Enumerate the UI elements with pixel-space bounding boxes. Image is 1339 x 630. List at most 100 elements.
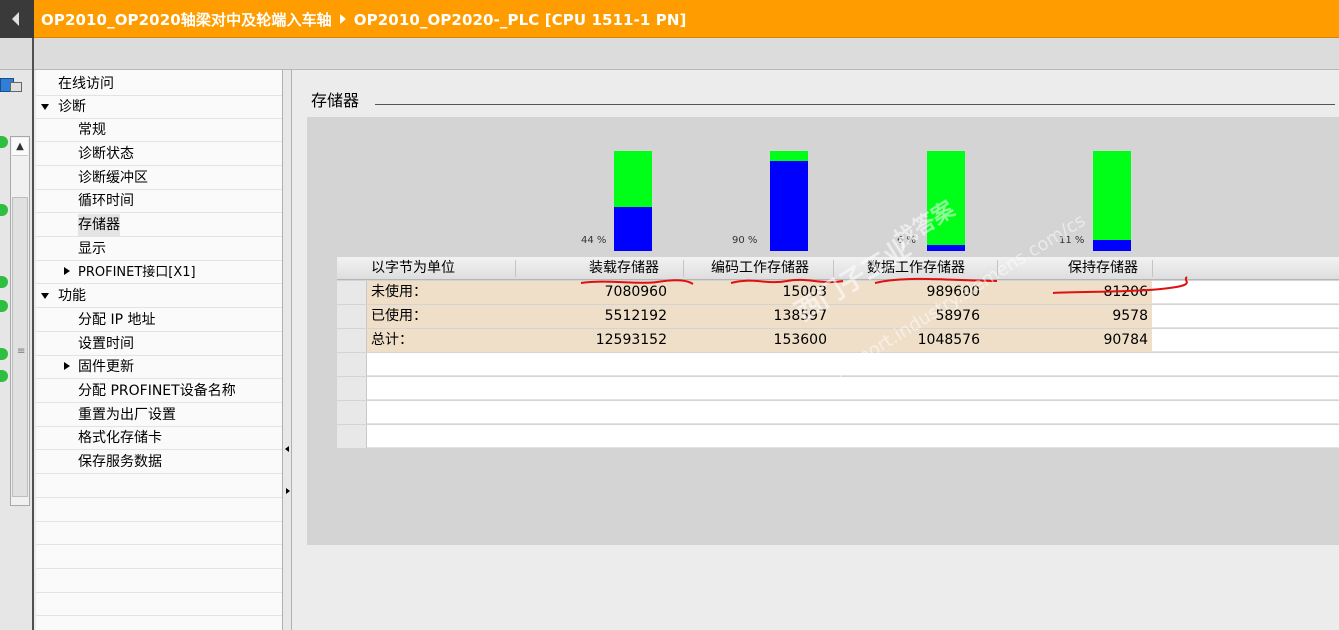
column-separator[interactable] xyxy=(997,260,998,277)
nav-item-diagnostic-status[interactable]: 诊断状态 xyxy=(36,143,282,166)
tia-portal-window: OP2010_OP2020轴梁对中及轮端入车轴 OP2010_OP2020-_PL… xyxy=(0,0,1339,630)
column-header-load-memory[interactable]: 装载存储器 xyxy=(589,257,659,280)
nav-item-online-access[interactable]: 在线访问 xyxy=(36,73,282,96)
breadcrumb-project[interactable]: OP2010_OP2020轴梁对中及轮端入车轴 xyxy=(41,11,332,29)
nav-item-assign-profinet-name[interactable]: 分配 PROFINET设备名称 xyxy=(36,380,282,403)
cell-code-work-memory: 15003 xyxy=(782,284,827,300)
data-work-memory-bar xyxy=(927,151,965,251)
column-separator[interactable] xyxy=(833,260,834,277)
memory-table: 以字节为单位 装载存储器 编码工作存储器 数据工作存储器 保持存储器 未使用： … xyxy=(337,257,1339,448)
row-header xyxy=(337,401,367,424)
row-header xyxy=(337,377,367,400)
row-label: 已使用： xyxy=(371,308,427,324)
nav-item-firmware-update[interactable]: 固件更新 xyxy=(36,356,282,379)
breadcrumb-device[interactable]: OP2010_OP2020-_PLC [CPU 1511-1 PN] xyxy=(354,11,687,29)
memory-panel: 44 % 90 % 6 % 11 % 以字节为单位 装载存储器 编码工作存储器 … xyxy=(307,117,1339,545)
row-header[interactable] xyxy=(337,329,367,352)
nav-item-label: 显示 xyxy=(78,241,106,257)
nav-item-label: 诊断缓冲区 xyxy=(78,170,148,186)
status-ok-icon xyxy=(0,204,8,216)
nav-item-label: 分配 IP 地址 xyxy=(78,312,156,328)
nav-item-label: 分配 PROFINET设备名称 xyxy=(78,383,236,399)
nav-item-label: 存储器 xyxy=(78,214,120,237)
status-ok-icon xyxy=(0,370,8,382)
row-header[interactable] xyxy=(337,305,367,328)
row-label: 总计： xyxy=(371,332,413,348)
nav-item-reset-factory[interactable]: 重置为出厂设置 xyxy=(36,404,282,427)
nav-item-functions[interactable]: 功能 xyxy=(36,285,282,308)
memory-view: 存储器 44 % 90 % 6 % 11 % 以字节为单位 装载存储器 编码工作… xyxy=(293,70,1339,630)
section-title: 存储器 xyxy=(311,91,360,110)
table-header: 以字节为单位 装载存储器 编码工作存储器 数据工作存储器 保持存储器 xyxy=(337,257,1339,280)
expand-caret-icon[interactable] xyxy=(41,293,49,299)
expand-right-icon[interactable] xyxy=(286,488,290,494)
nav-item-label: 保存服务数据 xyxy=(78,454,162,470)
nav-empty-row xyxy=(36,499,282,522)
nav-empty-row xyxy=(36,593,282,616)
nav-item-label: 诊断 xyxy=(58,99,86,115)
table-row-empty xyxy=(337,377,1339,400)
nav-item-label: 格式化存储卡 xyxy=(78,430,162,446)
nav-item-format-card[interactable]: 格式化存储卡 xyxy=(36,427,282,450)
project-tree-toolbar xyxy=(0,38,32,70)
cell-retentive-memory: 90784 xyxy=(1103,332,1148,348)
nav-item-assign-ip[interactable]: 分配 IP 地址 xyxy=(36,309,282,332)
back-button[interactable] xyxy=(0,0,34,38)
cell-code-work-memory: 138597 xyxy=(773,308,827,324)
nav-item-label: 重置为出厂设置 xyxy=(78,407,176,423)
cell-data-work-memory: 989600 xyxy=(926,284,980,300)
retentive-memory-bar xyxy=(1093,151,1131,251)
cell-data-work-memory: 58976 xyxy=(935,308,980,324)
nav-item-general[interactable]: 常规 xyxy=(36,119,282,142)
nav-item-save-service-data[interactable]: 保存服务数据 xyxy=(36,451,282,474)
collapsed-caret-icon[interactable] xyxy=(64,267,70,275)
nav-item-label: 功能 xyxy=(58,288,86,304)
code-work-memory-percent: 90 % xyxy=(732,235,758,246)
nav-item-profinet-interface[interactable]: PROFINET接口[X1] xyxy=(36,261,282,284)
nav-item-memory[interactable]: 存储器 xyxy=(36,214,282,237)
column-separator[interactable] xyxy=(1152,260,1153,277)
table-row-used[interactable]: 已使用： 5512192 138597 58976 9578 xyxy=(337,305,1339,328)
nav-empty-row xyxy=(36,546,282,569)
cell-data-work-memory: 1048576 xyxy=(917,332,980,348)
nav-item-label: 固件更新 xyxy=(78,359,134,375)
column-header-unit[interactable]: 以字节为单位 xyxy=(371,257,455,280)
load-memory-percent: 44 % xyxy=(581,235,607,246)
scrollbar-thumb[interactable]: ≡ xyxy=(12,197,28,497)
nav-item-cycle-time[interactable]: 循环时间 xyxy=(36,190,282,213)
column-header-data-work-memory[interactable]: 数据工作存储器 xyxy=(867,257,965,280)
cell-load-memory: 7080960 xyxy=(604,284,667,300)
expand-caret-icon[interactable] xyxy=(41,104,49,110)
status-ok-icon xyxy=(0,136,8,148)
project-tree-scrollbar[interactable]: ▲ ≡ xyxy=(10,136,30,506)
project-tree-edge: ▲ ≡ xyxy=(0,38,34,630)
scroll-up-icon[interactable]: ▲ xyxy=(12,138,28,156)
column-separator[interactable] xyxy=(683,260,684,277)
column-header-retentive-memory[interactable]: 保持存储器 xyxy=(1068,257,1138,280)
nav-item-label: 在线访问 xyxy=(58,76,114,92)
network-icon[interactable] xyxy=(10,82,22,92)
nav-empty-row xyxy=(36,522,282,545)
column-separator[interactable] xyxy=(515,260,516,277)
nav-item-display[interactable]: 显示 xyxy=(36,238,282,261)
table-row-total[interactable]: 总计： 12593152 153600 1048576 90784 xyxy=(337,329,1339,352)
used-fill xyxy=(614,207,652,251)
column-header-code-work-memory[interactable]: 编码工作存储器 xyxy=(711,257,809,280)
load-memory-bar xyxy=(614,151,652,251)
breadcrumb: OP2010_OP2020轴梁对中及轮端入车轴 OP2010_OP2020-_PL… xyxy=(41,9,687,30)
nav-item-label: 常规 xyxy=(78,122,106,138)
row-header xyxy=(337,425,367,448)
row-header[interactable] xyxy=(337,281,367,304)
nav-item-label: 诊断状态 xyxy=(78,146,134,162)
cell-retentive-memory: 81206 xyxy=(1103,284,1148,300)
panel-splitter[interactable] xyxy=(282,70,292,630)
nav-item-diagnostics[interactable]: 诊断 xyxy=(36,96,282,119)
section-divider xyxy=(375,104,1335,105)
collapse-left-icon[interactable] xyxy=(285,446,289,452)
nav-item-diagnostic-buffer[interactable]: 诊断缓冲区 xyxy=(36,167,282,190)
collapsed-caret-icon[interactable] xyxy=(64,362,70,370)
nav-item-label: 循环时间 xyxy=(78,193,134,209)
table-row-unused[interactable]: 未使用： 7080960 15003 989600 81206 xyxy=(337,281,1339,304)
nav-item-set-time[interactable]: 设置时间 xyxy=(36,333,282,356)
table-row-empty xyxy=(337,425,1339,448)
